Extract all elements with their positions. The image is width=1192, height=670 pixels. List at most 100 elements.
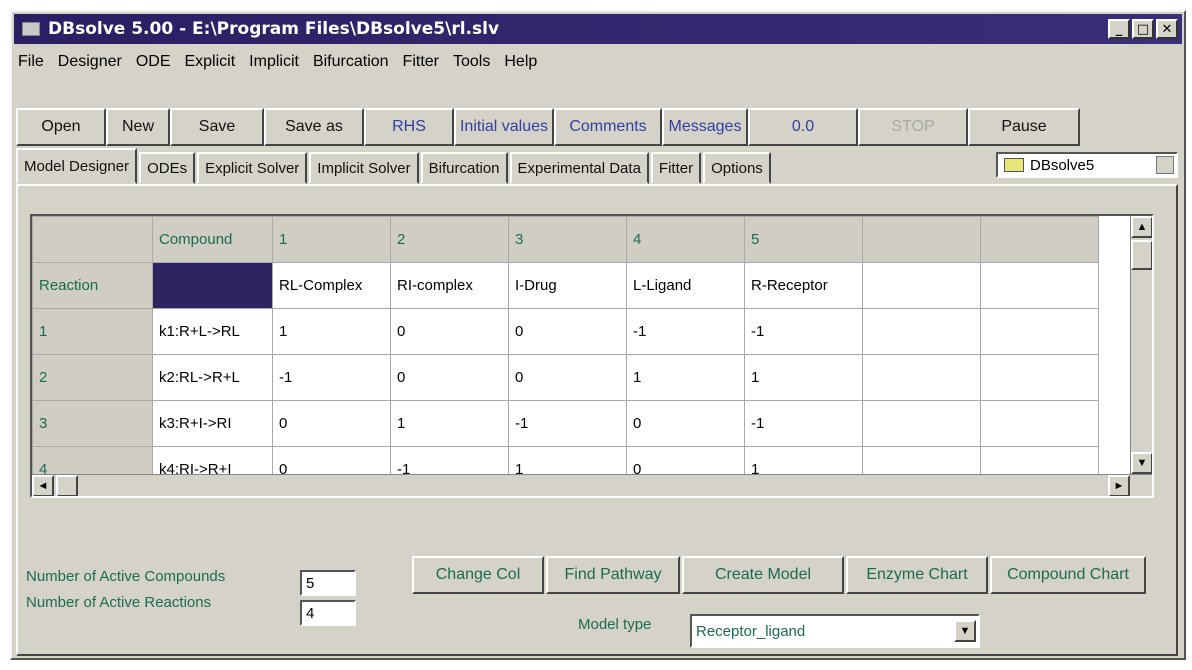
column-header[interactable] — [862, 216, 981, 263]
table-row: 1 k1:R+L->RL 1 0 0 -1 -1 — [32, 308, 1099, 355]
model-designer-panel: Compound 1 2 3 4 5 Reaction RL-Complex RI-comple… — [16, 184, 1178, 656]
grid-cell[interactable] — [980, 400, 1099, 447]
spin-icon[interactable] — [1156, 156, 1174, 174]
toolbar-button-new[interactable]: New — [106, 108, 170, 146]
toolbar-button-save[interactable]: Save — [170, 108, 264, 146]
horizontal-scrollbar[interactable]: ◄ ► — [32, 474, 1152, 496]
reactions-field[interactable]: 4 — [300, 600, 356, 626]
grid-cell[interactable]: -1 — [626, 308, 745, 355]
tab-model-designer[interactable]: Model Designer — [16, 148, 138, 184]
grid-cell[interactable]: L-Ligand — [626, 262, 745, 309]
grid-cell[interactable] — [862, 354, 981, 401]
toolbar-button-open[interactable]: Open — [16, 108, 106, 146]
grid-cell[interactable]: 0 — [272, 400, 391, 447]
column-header[interactable]: Compound — [152, 216, 273, 263]
toolbar-button-0-0[interactable]: 0.0 — [748, 108, 858, 146]
tab-implicit-solver[interactable]: Implicit Solver — [309, 152, 419, 184]
column-header[interactable]: 5 — [744, 216, 863, 263]
grid-cell[interactable]: 1 — [390, 400, 509, 447]
hscroll-thumb[interactable] — [56, 475, 78, 496]
grid-cell[interactable]: RL-Complex — [272, 262, 391, 309]
change-col-button[interactable]: Change Col — [412, 556, 544, 594]
menu-item-tools[interactable]: Tools — [453, 53, 490, 71]
toolbar-button-initial-values[interactable]: Initial values — [454, 108, 554, 146]
scroll-up-icon[interactable]: ▲ — [1131, 216, 1152, 238]
column-header[interactable]: 2 — [390, 216, 509, 263]
grid-cell[interactable]: 0 — [508, 308, 627, 355]
compounds-field[interactable]: 5 — [300, 570, 356, 596]
grid-cell[interactable] — [152, 262, 273, 309]
toolbar-button-messages[interactable]: Messages — [662, 108, 748, 146]
tab-options[interactable]: Options — [703, 152, 771, 184]
create-model-button[interactable]: Create Model — [682, 556, 844, 594]
grid-cell[interactable]: RI-complex — [390, 262, 509, 309]
maximize-button[interactable]: □ — [1132, 19, 1154, 39]
model-type-select[interactable]: Receptor_ligand ▼ — [690, 614, 980, 648]
grid-cell[interactable]: 0 — [390, 308, 509, 355]
menu-item-ode[interactable]: ODE — [136, 53, 171, 71]
tab-explicit-solver[interactable]: Explicit Solver — [197, 152, 308, 184]
row-header[interactable]: 3 — [32, 400, 153, 447]
minimize-button[interactable]: _ — [1108, 19, 1130, 39]
grid-cell[interactable]: -1 — [744, 308, 863, 355]
grid-cell[interactable]: 0 — [390, 354, 509, 401]
grid-cell[interactable] — [980, 354, 1099, 401]
grid-cell[interactable]: 1 — [744, 354, 863, 401]
column-header[interactable]: 4 — [626, 216, 745, 263]
toolbar-button-comments[interactable]: Comments — [554, 108, 662, 146]
grid-cell[interactable]: 1 — [272, 308, 391, 355]
menu-item-explicit[interactable]: Explicit — [184, 53, 235, 71]
tab-fitter[interactable]: Fitter — [650, 152, 702, 184]
grid-cell[interactable]: -1 — [508, 400, 627, 447]
compound-chart-button[interactable]: Compound Chart — [990, 556, 1146, 594]
scroll-right-icon[interactable]: ► — [1108, 475, 1130, 496]
row-header[interactable]: Reaction — [32, 262, 153, 309]
scroll-down-icon[interactable]: ▼ — [1131, 452, 1152, 474]
column-header[interactable] — [32, 216, 153, 263]
enzyme-chart-button[interactable]: Enzyme Chart — [846, 556, 988, 594]
grid-cell[interactable] — [980, 308, 1099, 355]
column-header[interactable] — [980, 216, 1099, 263]
toolbar-button-stop[interactable]: STOP — [858, 108, 968, 146]
grid-cell[interactable] — [862, 262, 981, 309]
close-button[interactable]: ✕ — [1156, 19, 1178, 39]
row-header[interactable]: 1 — [32, 308, 153, 355]
menu-item-bifurcation[interactable]: Bifurcation — [313, 53, 389, 71]
scroll-left-icon[interactable]: ◄ — [32, 475, 54, 496]
grid-cell[interactable] — [862, 308, 981, 355]
menu-item-file[interactable]: File — [18, 53, 44, 71]
tab-odes[interactable]: ODEs — [139, 152, 196, 184]
menu-item-implicit[interactable]: Implicit — [249, 53, 299, 71]
tab-bifurcation[interactable]: Bifurcation — [420, 152, 508, 184]
window-title: DBsolve 5.00 - E:\Program Files\DBsolve5… — [48, 19, 500, 39]
menu-item-fitter[interactable]: Fitter — [403, 53, 439, 71]
reactions-label: Number of Active Reactions — [26, 594, 212, 611]
grid-cell[interactable]: R-Receptor — [744, 262, 863, 309]
directory-selector[interactable]: DBsolve5 — [996, 152, 1178, 178]
toolbar-button-pause[interactable]: Pause — [968, 108, 1080, 146]
column-header[interactable]: 3 — [508, 216, 627, 263]
grid-cell[interactable]: k1:R+L->RL — [152, 308, 273, 355]
grid-cell[interactable]: -1 — [272, 354, 391, 401]
menu-item-help[interactable]: Help — [504, 53, 537, 71]
vertical-scrollbar[interactable]: ▲ ▼ — [1130, 216, 1152, 496]
grid-cell[interactable]: -1 — [744, 400, 863, 447]
chevron-down-icon[interactable]: ▼ — [954, 620, 976, 642]
grid-cell[interactable]: 0 — [508, 354, 627, 401]
tab-experimental-data[interactable]: Experimental Data — [509, 152, 649, 184]
stoichiometry-grid[interactable]: Compound 1 2 3 4 5 Reaction RL-Complex RI-comple… — [30, 214, 1154, 498]
grid-cell[interactable]: 1 — [626, 354, 745, 401]
grid-cell[interactable] — [980, 262, 1099, 309]
grid-cell[interactable]: I-Drug — [508, 262, 627, 309]
toolbar-button-rhs[interactable]: RHS — [364, 108, 454, 146]
toolbar-button-save-as[interactable]: Save as — [264, 108, 364, 146]
menu-item-designer[interactable]: Designer — [58, 53, 122, 71]
column-header[interactable]: 1 — [272, 216, 391, 263]
grid-cell[interactable]: 0 — [626, 400, 745, 447]
find-pathway-button[interactable]: Find Pathway — [546, 556, 680, 594]
scroll-thumb[interactable] — [1131, 240, 1152, 270]
grid-cell[interactable]: k2:RL->R+L — [152, 354, 273, 401]
grid-cell[interactable] — [862, 400, 981, 447]
row-header[interactable]: 2 — [32, 354, 153, 401]
grid-cell[interactable]: k3:R+I->RI — [152, 400, 273, 447]
